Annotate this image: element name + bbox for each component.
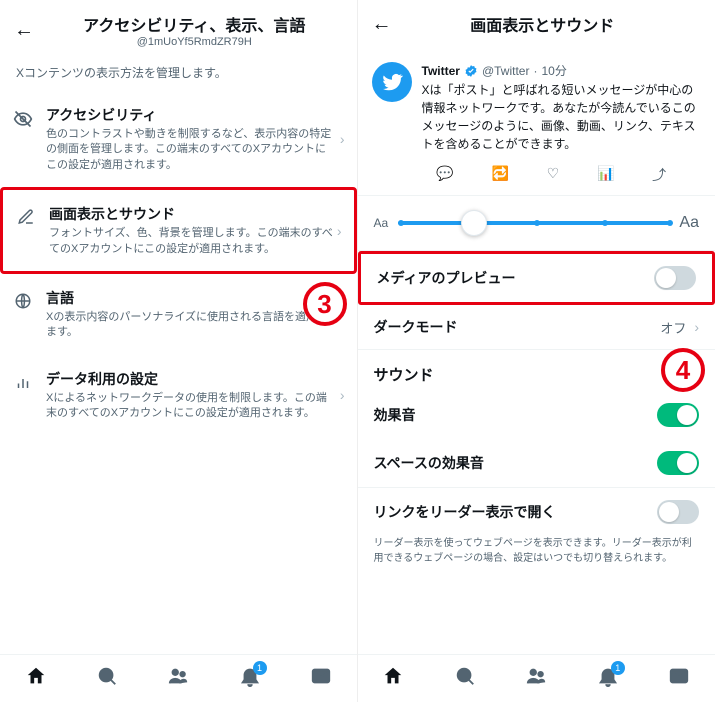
like-icon[interactable]: ♡ — [547, 165, 560, 185]
display-sound-pane: ← 画面表示とサウンド Twitter @Twitter · 10分 Xは「ポス… — [358, 0, 715, 702]
tweet-time: 10分 — [541, 62, 566, 79]
list-item-body: 言語 Xの表示内容のパーソナライズに使用される言語を適用します。 — [46, 288, 336, 341]
nav-home-icon[interactable] — [382, 665, 404, 692]
setting-sound-effect[interactable]: 効果音 — [358, 391, 715, 439]
reader-hint: リーダー表示を使ってウェブページを表示できます。リーダー表示が利用できるウェブペ… — [358, 536, 715, 576]
list-item-body: アクセシビリティ 色のコントラストや動きを制限するなど、表示内容の特定の側面を管… — [46, 105, 336, 173]
list-item-data-usage[interactable]: データ利用の設定 Xによるネットワークデータの使用を制限します。この端末のすべて… — [0, 355, 357, 436]
verified-badge-icon — [464, 64, 478, 78]
list-item-body: 画面表示とサウンド フォントサイズ、色、背景を管理します。この端末のすべてのXア… — [49, 204, 333, 257]
settings-list: アクセシビリティ 色のコントラストや動きを制限するなど、表示内容の特定の側面を管… — [0, 91, 357, 702]
settings-accessibility-pane: ← アクセシビリティ、表示、言語 @1mUoYf5RmdZR79H Xコンテンツ… — [0, 0, 358, 702]
nav-search-icon[interactable] — [96, 665, 118, 692]
chevron-right-icon: › — [337, 223, 342, 239]
chevron-right-icon: › — [694, 319, 699, 335]
views-icon[interactable]: 📊 — [597, 165, 614, 185]
tweet-text: Xは「ポスト」と呼ばれる短いメッセージが中心の情報ネットワークです。あなたが今読… — [422, 81, 702, 153]
sound-effect-toggle[interactable] — [657, 403, 699, 427]
header-title-block: アクセシビリティ、表示、言語 @1mUoYf5RmdZR79H — [46, 12, 343, 48]
tweet-actions: 💬 🔁 ♡ 📊 ⤴ — [358, 159, 715, 195]
list-item-language[interactable]: 言語 Xの表示内容のパーソナライズに使用される言語を適用します。 › — [0, 274, 357, 355]
tweet-body: Twitter @Twitter · 10分 Xは「ポスト」と呼ばれる短いメッセ… — [422, 62, 702, 153]
setting-reader-link[interactable]: リンクをリーダー表示で開く — [358, 488, 715, 536]
nav-home-icon[interactable] — [25, 665, 47, 692]
bars-icon — [12, 373, 34, 391]
space-sound-toggle[interactable] — [657, 451, 699, 475]
setting-label: ダークモード — [374, 317, 661, 337]
font-size-slider-row: Aa Aa — [358, 196, 715, 250]
header-left: ← アクセシビリティ、表示、言語 @1mUoYf5RmdZR79H — [0, 0, 357, 60]
setting-media-preview[interactable]: メディアのプレビュー — [358, 251, 715, 305]
tweet-author-name: Twitter — [422, 64, 460, 78]
chevron-right-icon: › — [340, 131, 345, 147]
eye-off-icon — [12, 109, 34, 129]
slider-thumb[interactable] — [461, 210, 487, 236]
nav-messages-icon[interactable] — [668, 665, 690, 692]
globe-icon — [12, 292, 34, 310]
tweet-handle: @Twitter — [482, 64, 530, 78]
notification-badge: 1 — [611, 661, 625, 675]
chevron-right-icon: › — [340, 387, 345, 403]
page-subtitle: @1mUoYf5RmdZR79H — [46, 36, 343, 48]
page-description: Xコンテンツの表示方法を管理します。 — [0, 60, 357, 91]
pencil-icon — [15, 208, 37, 226]
setting-label: メディアのプレビュー — [377, 268, 655, 288]
page-title: アクセシビリティ、表示、言語 — [46, 12, 343, 36]
setting-dark-mode[interactable]: ダークモード オフ › — [358, 305, 715, 349]
bottom-nav-right: 1 — [358, 654, 715, 702]
twitter-avatar-icon — [372, 62, 412, 102]
font-size-slider[interactable] — [398, 221, 669, 225]
setting-label: リンクをリーダー表示で開く — [374, 502, 658, 522]
list-item-title: 画面表示とサウンド — [49, 204, 333, 224]
share-icon[interactable]: ⤴ — [652, 165, 666, 185]
media-preview-toggle[interactable] — [654, 266, 696, 290]
notification-badge: 1 — [253, 661, 267, 675]
setting-label: 効果音 — [374, 405, 658, 425]
reader-link-toggle[interactable] — [657, 500, 699, 524]
list-item-desc: Xによるネットワークデータの使用を制限します。この端末のすべてのXアカウントにこ… — [46, 391, 336, 422]
tweet-header: Twitter @Twitter · 10分 — [422, 62, 702, 79]
header-right: ← 画面表示とサウンド — [358, 0, 715, 48]
bottom-nav-left: 1 — [0, 654, 357, 702]
sample-tweet: Twitter @Twitter · 10分 Xは「ポスト」と呼ばれる短いメッセ… — [358, 48, 715, 159]
font-small-label: Aa — [374, 216, 389, 230]
retweet-icon[interactable]: 🔁 — [492, 165, 509, 185]
callout-badge-4: 4 — [661, 348, 705, 392]
callout-badge-3: 3 — [303, 282, 347, 326]
tweet-sep: · — [533, 64, 537, 78]
font-large-label: Aa — [679, 214, 699, 232]
list-item-desc: フォントサイズ、色、背景を管理します。この端末のすべてのXアカウントにこの設定が… — [49, 226, 333, 257]
nav-messages-icon[interactable] — [310, 665, 332, 692]
nav-notifications-icon[interactable]: 1 — [597, 665, 619, 692]
setting-space-sound[interactable]: スペースの効果音 — [358, 439, 715, 487]
list-item-display-sound[interactable]: 画面表示とサウンド フォントサイズ、色、背景を管理します。この端末のすべてのXア… — [0, 187, 357, 274]
nav-communities-icon[interactable] — [525, 665, 547, 692]
setting-label: スペースの効果音 — [374, 453, 658, 473]
list-item-title: データ利用の設定 — [46, 369, 336, 389]
back-arrow-icon[interactable]: ← — [14, 19, 34, 42]
list-item-accessibility[interactable]: アクセシビリティ 色のコントラストや動きを制限するなど、表示内容の特定の側面を管… — [0, 91, 357, 187]
reply-icon[interactable]: 💬 — [436, 165, 453, 185]
page-title: 画面表示とサウンド — [404, 12, 682, 36]
list-item-title: 言語 — [46, 288, 336, 308]
setting-value: オフ — [660, 318, 686, 337]
list-item-desc: Xの表示内容のパーソナライズに使用される言語を適用します。 — [46, 310, 336, 341]
list-item-body: データ利用の設定 Xによるネットワークデータの使用を制限します。この端末のすべて… — [46, 369, 336, 422]
nav-search-icon[interactable] — [454, 665, 476, 692]
back-arrow-icon[interactable]: ← — [372, 13, 392, 36]
nav-communities-icon[interactable] — [167, 665, 189, 692]
list-item-title: アクセシビリティ — [46, 105, 336, 125]
list-item-desc: 色のコントラストや動きを制限するなど、表示内容の特定の側面を管理します。この端末… — [46, 127, 336, 173]
nav-notifications-icon[interactable]: 1 — [239, 665, 261, 692]
